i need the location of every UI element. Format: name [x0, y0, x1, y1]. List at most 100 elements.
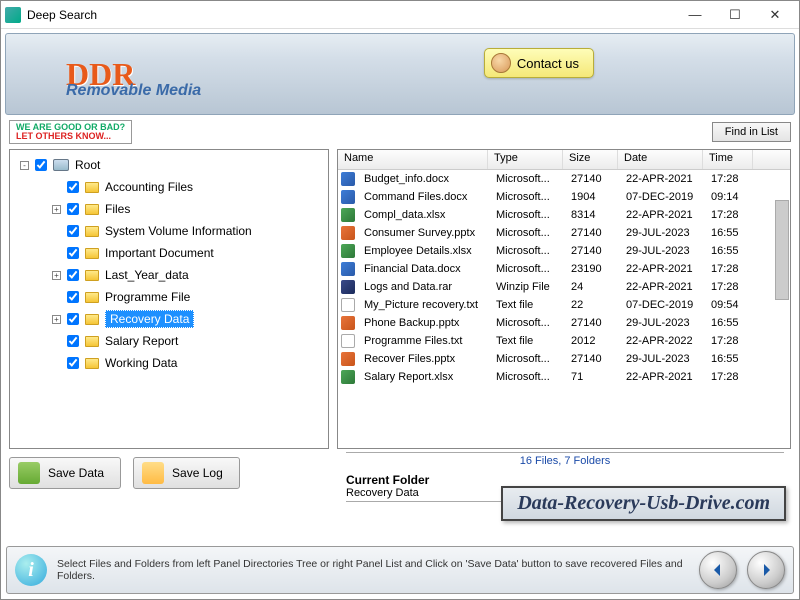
file-time: 16:55 [705, 245, 755, 257]
file-size: 24 [565, 281, 620, 293]
tree-item[interactable]: System Volume Information [12, 220, 326, 242]
tree-checkbox[interactable] [67, 225, 79, 237]
file-row[interactable]: Compl_data.xlsxMicrosoft...831422-APR-20… [338, 206, 790, 224]
file-list-pane: Name Type Size Date Time Budget_info.doc… [337, 149, 791, 449]
file-icon [341, 280, 355, 294]
save-icon [18, 462, 40, 484]
tree-item-label: Salary Report [105, 334, 178, 348]
file-icon [341, 226, 355, 240]
file-row[interactable]: Recover Files.pptxMicrosoft...2714029-JU… [338, 350, 790, 368]
file-date: 22-APR-2022 [620, 335, 705, 347]
file-time: 17:28 [705, 263, 755, 275]
folder-tree[interactable]: -RootAccounting Files+FilesSystem Volume… [10, 150, 328, 448]
tree-item[interactable]: +Last_Year_data [12, 264, 326, 286]
col-type[interactable]: Type [488, 150, 563, 169]
file-icon [341, 244, 355, 258]
file-type: Microsoft... [490, 353, 565, 365]
tree-checkbox[interactable] [67, 203, 79, 215]
file-row[interactable]: Financial Data.docxMicrosoft...2319022-A… [338, 260, 790, 278]
file-size: 8314 [565, 209, 620, 221]
file-type: Microsoft... [490, 245, 565, 257]
file-list[interactable]: Budget_info.docxMicrosoft...2714022-APR-… [338, 170, 790, 448]
file-type: Winzip File [490, 281, 565, 293]
scrollbar[interactable] [775, 200, 789, 300]
file-row[interactable]: Salary Report.xlsxMicrosoft...7122-APR-2… [338, 368, 790, 386]
tree-checkbox[interactable] [67, 269, 79, 281]
file-name: Command Files.docx [358, 191, 490, 203]
file-type: Text file [490, 299, 565, 311]
tree-item[interactable]: Accounting Files [12, 176, 326, 198]
col-time[interactable]: Time [703, 150, 753, 169]
file-icon [341, 190, 355, 204]
tree-item[interactable]: +Recovery Data [12, 308, 326, 330]
file-size: 71 [565, 371, 620, 383]
folder-icon [85, 226, 99, 237]
tree-checkbox[interactable] [67, 247, 79, 259]
root-checkbox[interactable] [35, 159, 47, 171]
tree-item[interactable]: Important Document [12, 242, 326, 264]
file-time: 17:28 [705, 173, 755, 185]
tree-root[interactable]: -Root [12, 154, 326, 176]
file-row[interactable]: My_Picture recovery.txtText file2207-DEC… [338, 296, 790, 314]
back-button[interactable] [699, 551, 737, 589]
file-icon [341, 316, 355, 330]
file-type: Microsoft... [490, 227, 565, 239]
log-icon [142, 462, 164, 484]
file-row[interactable]: Logs and Data.rarWinzip File2422-APR-202… [338, 278, 790, 296]
file-row[interactable]: Employee Details.xlsxMicrosoft...2714029… [338, 242, 790, 260]
folder-icon [85, 270, 99, 281]
col-name[interactable]: Name [338, 150, 488, 169]
file-size: 23190 [565, 263, 620, 275]
file-name: Budget_info.docx [358, 173, 490, 185]
contact-us-button[interactable]: Contact us [484, 48, 594, 78]
avatar-icon [491, 53, 511, 73]
file-row[interactable]: Programme Files.txtText file201222-APR-2… [338, 332, 790, 350]
file-type: Microsoft... [490, 263, 565, 275]
promo-line2: LET OTHERS KNOW... [16, 132, 125, 141]
file-row[interactable]: Consumer Survey.pptxMicrosoft...2714029-… [338, 224, 790, 242]
file-row[interactable]: Command Files.docxMicrosoft...190407-DEC… [338, 188, 790, 206]
tree-item-label: Programme File [105, 290, 190, 304]
tree-item[interactable]: Salary Report [12, 330, 326, 352]
tree-item[interactable]: Working Data [12, 352, 326, 374]
file-size: 22 [565, 299, 620, 311]
file-row[interactable]: Phone Backup.pptxMicrosoft...2714029-JUL… [338, 314, 790, 332]
tree-checkbox[interactable] [67, 313, 79, 325]
tree-checkbox[interactable] [67, 181, 79, 193]
forward-button[interactable] [747, 551, 785, 589]
file-icon [341, 172, 355, 186]
promo-banner[interactable]: WE ARE GOOD OR BAD? LET OTHERS KNOW... [9, 120, 132, 144]
col-size[interactable]: Size [563, 150, 618, 169]
tree-item-label: Files [105, 202, 130, 216]
save-log-label: Save Log [172, 466, 223, 480]
maximize-button[interactable]: ☐ [715, 1, 755, 29]
tree-checkbox[interactable] [67, 291, 79, 303]
folder-icon [85, 358, 99, 369]
tree-item[interactable]: +Files [12, 198, 326, 220]
tree-checkbox[interactable] [67, 335, 79, 347]
file-name: Phone Backup.pptx [358, 317, 490, 329]
file-row[interactable]: Budget_info.docxMicrosoft...2714022-APR-… [338, 170, 790, 188]
tree-checkbox[interactable] [67, 357, 79, 369]
col-date[interactable]: Date [618, 150, 703, 169]
contact-label: Contact us [517, 56, 579, 71]
minimize-button[interactable]: — [675, 1, 715, 29]
folder-icon [85, 292, 99, 303]
save-log-button[interactable]: Save Log [133, 457, 240, 489]
drive-icon [53, 159, 69, 171]
tree-item[interactable]: Programme File [12, 286, 326, 308]
find-in-list-button[interactable]: Find in List [712, 122, 791, 142]
file-name: Employee Details.xlsx [358, 245, 490, 257]
file-date: 22-APR-2021 [620, 173, 705, 185]
file-icon [341, 262, 355, 276]
tree-item-label: Last_Year_data [105, 268, 189, 282]
file-icon [341, 298, 355, 312]
close-button[interactable]: ✕ [755, 1, 795, 29]
file-type: Microsoft... [490, 209, 565, 221]
current-folder-label: Current Folder [346, 473, 784, 487]
file-icon [341, 352, 355, 366]
file-time: 17:28 [705, 209, 755, 221]
footer-text: Select Files and Folders from left Panel… [57, 558, 689, 582]
save-data-button[interactable]: Save Data [9, 457, 121, 489]
app-icon [5, 7, 21, 23]
